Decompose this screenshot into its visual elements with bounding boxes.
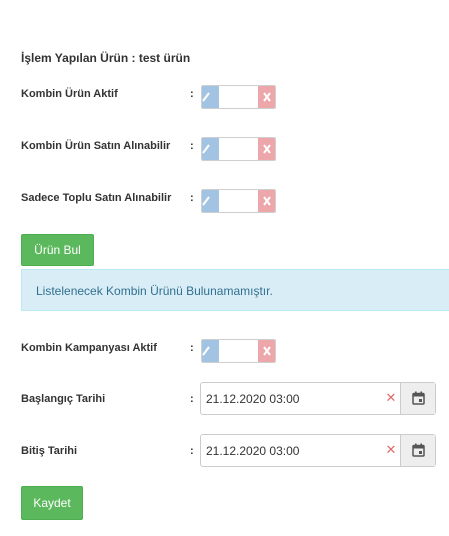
calendar-button[interactable] xyxy=(400,435,435,466)
toggle-off-segment xyxy=(258,86,275,108)
toggle-on-segment xyxy=(202,138,219,160)
find-product-button[interactable]: Ürün Bul xyxy=(21,234,94,266)
combo-purchasable-toggle[interactable] xyxy=(201,137,276,161)
bulk-only-toggle[interactable] xyxy=(201,189,276,213)
x-icon xyxy=(263,92,271,102)
toggle-knob xyxy=(219,86,260,108)
bulk-only-colon: : xyxy=(190,192,194,204)
campaign-active-toggle[interactable] xyxy=(201,339,276,363)
start-date-picker: ✕ xyxy=(200,382,436,415)
save-button[interactable]: Kaydet xyxy=(21,486,83,520)
calendar-icon xyxy=(412,443,425,457)
campaign-active-colon: : xyxy=(190,342,194,354)
x-icon xyxy=(263,144,271,154)
calendar-icon xyxy=(412,391,425,405)
product-combo-form: İşlem Yapılan Ürün : test ürün Kombin Ür… xyxy=(0,0,449,536)
calendar-button[interactable] xyxy=(400,383,435,414)
clear-icon[interactable]: ✕ xyxy=(384,442,398,458)
page-title: İşlem Yapılan Ürün : test ürün xyxy=(21,51,190,65)
end-date-picker: ✕ xyxy=(200,434,436,467)
product-name: test ürün xyxy=(138,51,191,65)
bulk-only-label: Sadece Toplu Satın Alınabilir xyxy=(21,192,172,204)
toggle-off-segment xyxy=(258,138,275,160)
start-date-input[interactable] xyxy=(201,383,381,414)
product-label: İşlem Yapılan Ürün : xyxy=(21,51,136,65)
combo-active-colon: : xyxy=(190,88,194,100)
start-date-colon: : xyxy=(190,393,194,405)
toggle-off-segment xyxy=(258,340,275,362)
toggle-knob xyxy=(219,190,260,212)
combo-active-toggle[interactable] xyxy=(201,85,276,109)
combo-purchasable-label: Kombin Ürün Satın Alınabilir xyxy=(21,140,171,152)
end-date-label: Bitiş Tarihi xyxy=(21,445,78,457)
combo-active-label: Kombin Ürün Aktif xyxy=(21,88,118,100)
toggle-on-segment xyxy=(202,190,219,212)
combo-purchasable-colon: : xyxy=(190,140,194,152)
campaign-active-label: Kombin Kampanyası Aktif xyxy=(21,342,157,354)
end-date-input[interactable] xyxy=(201,435,381,466)
alert-message: Listelenecek Kombin Ürünü Bulunamamıştır… xyxy=(36,284,273,298)
info-alert: Listelenecek Kombin Ürünü Bulunamamıştır… xyxy=(21,269,449,311)
check-icon xyxy=(202,144,210,154)
end-date-colon: : xyxy=(190,445,194,457)
check-icon xyxy=(202,346,210,356)
start-date-label: Başlangıç Tarihi xyxy=(21,393,106,405)
toggle-on-segment xyxy=(202,86,219,108)
clear-icon[interactable]: ✕ xyxy=(384,390,398,406)
toggle-off-segment xyxy=(258,190,275,212)
check-icon xyxy=(202,196,210,206)
x-icon xyxy=(263,346,271,356)
check-icon xyxy=(202,92,210,102)
x-icon xyxy=(263,196,271,206)
toggle-knob xyxy=(219,138,260,160)
toggle-knob xyxy=(219,340,260,362)
toggle-on-segment xyxy=(202,340,219,362)
